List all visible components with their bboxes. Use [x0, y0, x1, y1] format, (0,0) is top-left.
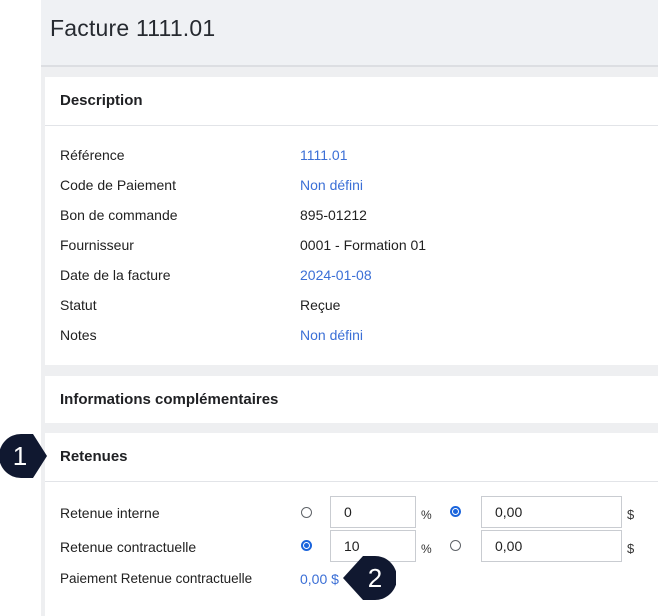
description-card: Description Référence 1111.01 Code de Pa…: [45, 77, 658, 365]
internal-percent-input[interactable]: [330, 496, 416, 528]
status-label: Statut: [60, 297, 97, 313]
contractual-percent-radio[interactable]: [301, 540, 312, 551]
invoice-date-label: Date de la facture: [60, 267, 171, 283]
notes-label: Notes: [60, 327, 97, 343]
contractual-percent-unit: %: [421, 542, 432, 556]
status-value: Reçue: [300, 297, 341, 313]
supplier-label: Fournisseur: [60, 237, 134, 253]
internal-percent-unit: %: [421, 508, 432, 522]
callout-number-1: 1: [12, 441, 28, 471]
payment-code-label: Code de Paiement: [60, 177, 176, 193]
callout-badge-1: 1: [0, 433, 50, 478]
internal-percent-radio[interactable]: [301, 507, 312, 518]
reference-value[interactable]: 1111.01: [300, 147, 348, 163]
invoice-date-value[interactable]: 2024-01-08: [300, 267, 372, 283]
internal-amount-radio[interactable]: [450, 506, 461, 517]
description-card-header: Description: [45, 77, 658, 126]
callout-badge-2: 2: [340, 555, 397, 600]
contractual-payment-label: Paiement Retenue contractuelle: [60, 571, 253, 586]
extra-info-title[interactable]: Informations complémentaires: [60, 391, 278, 408]
internal-amount-unit: $: [627, 507, 635, 522]
notes-value[interactable]: Non défini: [300, 327, 363, 343]
retenues-title: Retenues: [60, 448, 128, 465]
contractual-amount-unit: $: [627, 541, 635, 556]
callout-number-2: 2: [367, 563, 383, 593]
contractual-amount-radio[interactable]: [450, 540, 461, 551]
contractual-amount-input[interactable]: [481, 530, 622, 562]
purchase-order-label: Bon de commande: [60, 207, 178, 223]
extra-info-card[interactable]: Informations complémentaires: [45, 376, 658, 423]
purchase-order-value: 895-01212: [300, 207, 367, 223]
contractual-payment-value[interactable]: 0,00 $: [300, 571, 339, 587]
payment-code-value[interactable]: Non défini: [300, 177, 363, 193]
retenues-card-header: Retenues: [45, 433, 658, 482]
page-title: Facture 1111.01: [50, 15, 216, 41]
reference-label: Référence: [60, 147, 125, 163]
internal-amount-input[interactable]: [481, 496, 622, 528]
supplier-value: 0001 - Formation 01: [300, 237, 427, 253]
description-title: Description: [60, 92, 143, 109]
contractual-holdback-label: Retenue contractuelle: [60, 539, 197, 555]
internal-holdback-label: Retenue interne: [60, 505, 160, 521]
